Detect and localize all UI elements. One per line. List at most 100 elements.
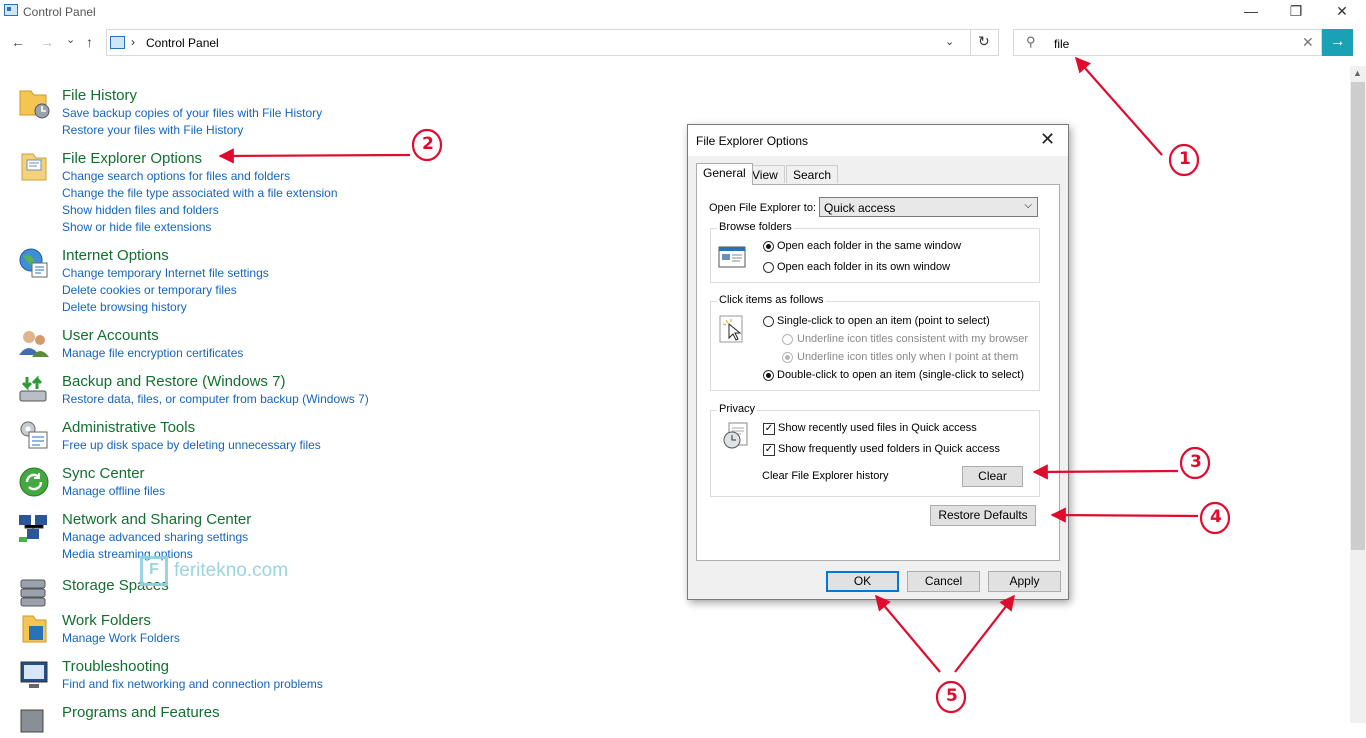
folder-options-icon [21, 153, 47, 181]
file-history-icon [19, 90, 50, 119]
clear-history-label: Clear File Explorer history [762, 470, 889, 482]
open-explorer-value: Quick access [824, 201, 896, 215]
scrollbar-thumb[interactable] [1351, 82, 1365, 550]
storage-spaces-icon [20, 579, 46, 607]
result-link[interactable]: Find and fix networking and connection p… [62, 677, 323, 691]
checkbox-label[interactable]: Show recently used files in Quick access [778, 422, 977, 434]
result-title[interactable]: File Explorer Options [62, 150, 202, 167]
result-link[interactable]: Show or hide file extensions [62, 220, 211, 234]
restore-defaults-button[interactable]: Restore Defaults [930, 505, 1036, 526]
sync-center-icon [19, 467, 49, 497]
breadcrumb[interactable]: Control Panel [146, 36, 219, 50]
radio-same-window[interactable] [763, 241, 774, 252]
result-title[interactable]: Backup and Restore (Windows 7) [62, 373, 285, 390]
open-explorer-select[interactable]: Quick access ⌵ [819, 197, 1038, 217]
frequent-folders-checkbox[interactable]: ✓ [763, 444, 775, 456]
tab-search[interactable]: Search [786, 165, 839, 183]
result-title[interactable]: Programs and Features [62, 704, 220, 721]
radio-underline-browser[interactable] [782, 334, 793, 345]
result-title[interactable]: Network and Sharing Center [62, 511, 251, 528]
result-link[interactable]: Manage offline files [62, 484, 165, 498]
dialog-close-button[interactable]: ✕ [1040, 129, 1055, 150]
radio-double-click[interactable] [763, 370, 774, 381]
group-title: Click items as follows [717, 294, 826, 306]
result-title[interactable]: Work Folders [62, 612, 151, 629]
radio-label[interactable]: Underline icon titles only when I point … [797, 351, 1018, 363]
search-go-button[interactable]: → [1322, 29, 1353, 56]
privacy-group: Privacy ✓ Show recently used files in Qu… [710, 403, 1040, 497]
checkbox-label[interactable]: Show frequently used folders in Quick ac… [778, 443, 1000, 455]
result-link[interactable]: Show hidden files and folders [62, 203, 219, 217]
file-explorer-options-dialog: File Explorer Options ✕ General View Sea… [687, 124, 1069, 600]
radio-single-click[interactable] [763, 316, 774, 327]
browse-folders-group: Browse folders Open each folder in the s… [710, 221, 1040, 283]
network-icon [19, 515, 47, 542]
result-title[interactable]: Troubleshooting [62, 658, 169, 675]
radio-own-window[interactable] [763, 262, 774, 273]
close-button[interactable]: ✕ [1319, 0, 1365, 24]
chevron-down-icon[interactable]: ⌄ [945, 35, 954, 48]
result-link[interactable]: Free up disk space by deleting unnecessa… [62, 438, 321, 452]
radio-underline-point[interactable] [782, 352, 793, 363]
programs-features-icon [20, 709, 44, 733]
search-input[interactable]: ⚲ file ✕ [1013, 29, 1322, 56]
recent-files-checkbox[interactable]: ✓ [763, 423, 775, 435]
search-value[interactable]: file [1054, 37, 1069, 51]
annotation-arrow-1 [1074, 56, 1163, 156]
restore-button[interactable]: ❐ [1273, 0, 1319, 24]
minimize-button[interactable]: — [1228, 0, 1274, 24]
result-link[interactable]: Manage file encryption certificates [62, 346, 243, 360]
annotation-arrow-5a [875, 594, 941, 673]
result-link[interactable]: Delete cookies or temporary files [62, 283, 237, 297]
result-title[interactable]: Internet Options [62, 247, 169, 264]
result-title[interactable]: Sync Center [62, 465, 145, 482]
result-link[interactable]: Delete browsing history [62, 300, 187, 314]
ok-button[interactable]: OK [826, 571, 899, 592]
scroll-up-arrow[interactable]: ▲ [1353, 68, 1362, 78]
result-link[interactable]: Save backup copies of your files with Fi… [62, 106, 322, 120]
result-link[interactable]: Restore your files with File History [62, 123, 243, 137]
radio-label[interactable]: Open each folder in its own window [777, 261, 950, 273]
result-link[interactable]: Change the file type associated with a f… [62, 186, 338, 200]
work-folders-icon [22, 615, 47, 643]
group-title: Browse folders [717, 221, 794, 233]
troubleshooting-icon [20, 661, 48, 688]
scrollbar[interactable]: ▲ [1350, 66, 1366, 723]
annotation-number-2: 2 [422, 134, 434, 154]
result-link[interactable]: Manage Work Folders [62, 631, 180, 645]
up-button[interactable]: ↑ [86, 34, 93, 50]
search-icon: ⚲ [1026, 34, 1036, 49]
radio-label[interactable]: Single-click to open an item (point to s… [777, 315, 990, 327]
open-explorer-label: Open File Explorer to: [709, 202, 816, 214]
privacy-clock-icon [723, 422, 748, 449]
radio-label[interactable]: Open each folder in the same window [777, 240, 961, 252]
general-tab-panel: Open File Explorer to: Quick access ⌵ Br… [696, 184, 1060, 561]
back-button[interactable]: ← [11, 34, 25, 50]
annotation-number-5: 5 [946, 686, 958, 706]
annotation-arrow-5b [954, 594, 1015, 673]
recent-locations-button[interactable]: ⌄ [66, 33, 75, 46]
result-link[interactable]: Manage advanced sharing settings [62, 530, 248, 544]
browse-folders-icon [718, 246, 746, 268]
breadcrumb-separator[interactable]: › [131, 35, 135, 49]
forward-button[interactable]: → [40, 34, 54, 50]
address-bar[interactable]: › Control Panel ⌄ ↻ [106, 29, 999, 56]
radio-label[interactable]: Double-click to open an item (single-cli… [777, 369, 1024, 381]
annotation-arrow-2 [218, 148, 411, 164]
apply-button[interactable]: Apply [988, 571, 1061, 592]
title-bar: Control Panel — ❐ ✕ [0, 0, 1366, 24]
result-link[interactable]: Change search options for files and fold… [62, 169, 290, 183]
clear-history-button[interactable]: Clear [962, 466, 1023, 487]
cancel-button[interactable]: Cancel [907, 571, 980, 592]
result-link[interactable]: Restore data, files, or computer from ba… [62, 392, 369, 406]
result-title[interactable]: User Accounts [62, 327, 159, 344]
clear-search-button[interactable]: ✕ [1302, 34, 1314, 51]
tab-general[interactable]: General [696, 163, 753, 185]
click-items-group: Click items as follows Single-click to o… [710, 294, 1040, 391]
result-title[interactable]: File History [62, 87, 137, 104]
radio-label[interactable]: Underline icon titles consistent with my… [797, 333, 1028, 345]
result-title[interactable]: Administrative Tools [62, 419, 195, 436]
refresh-button[interactable]: ↻ [978, 33, 990, 50]
control-panel-icon [4, 4, 18, 16]
result-link[interactable]: Change temporary Internet file settings [62, 266, 269, 280]
